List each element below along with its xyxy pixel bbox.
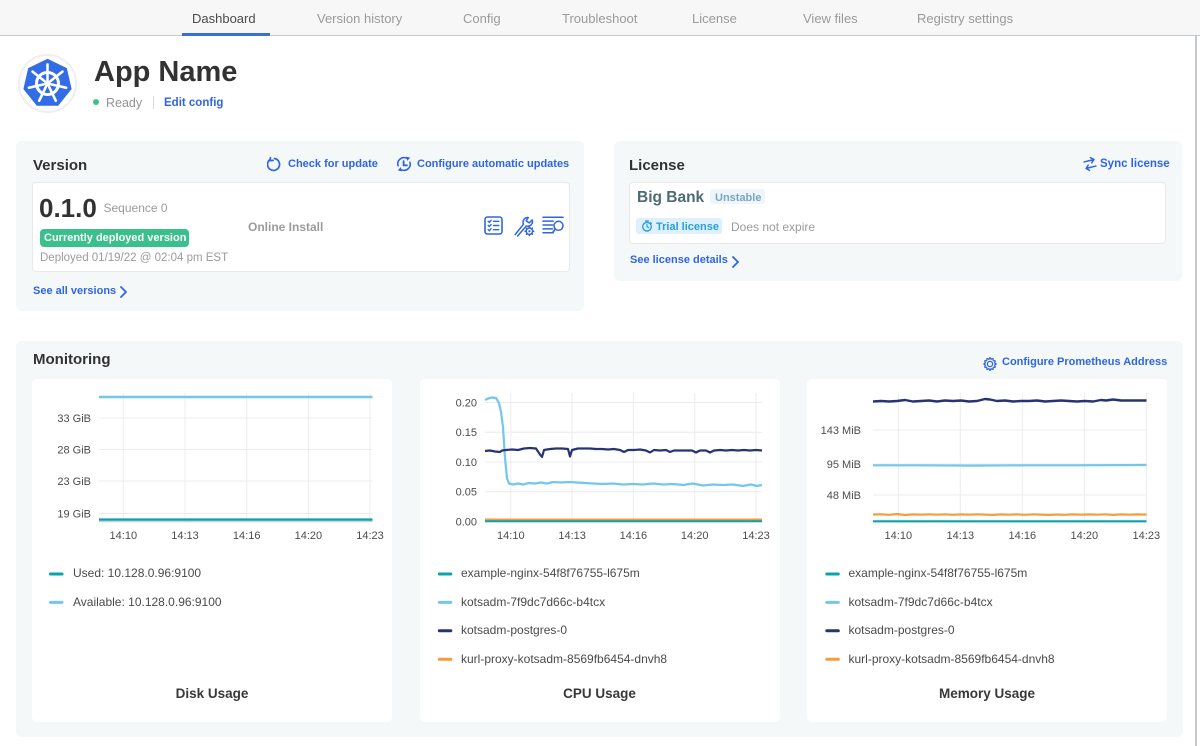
svg-text:19 GiB: 19 GiB xyxy=(57,508,91,520)
svg-text:14:23: 14:23 xyxy=(742,530,770,542)
svg-text:0.10: 0.10 xyxy=(456,457,477,469)
svg-text:14:10: 14:10 xyxy=(885,530,913,542)
svg-text:143 MiB: 143 MiB xyxy=(821,425,861,437)
svg-text:14:23: 14:23 xyxy=(356,530,384,542)
svg-text:48 MiB: 48 MiB xyxy=(827,490,861,502)
svg-text:0.20: 0.20 xyxy=(456,397,477,409)
svg-text:14:13: 14:13 xyxy=(947,530,975,542)
svg-text:14:10: 14:10 xyxy=(110,530,138,542)
svg-text:14:20: 14:20 xyxy=(295,530,323,542)
svg-text:0.00: 0.00 xyxy=(456,516,477,528)
svg-text:14:13: 14:13 xyxy=(171,530,199,542)
svg-text:33 GiB: 33 GiB xyxy=(57,413,91,425)
svg-text:14:23: 14:23 xyxy=(1133,530,1161,542)
svg-text:23 GiB: 23 GiB xyxy=(57,476,91,488)
svg-text:0.05: 0.05 xyxy=(456,487,477,499)
svg-text:14:13: 14:13 xyxy=(558,530,586,542)
svg-text:28 GiB: 28 GiB xyxy=(57,444,91,456)
svg-text:14:16: 14:16 xyxy=(620,530,648,542)
svg-text:0.15: 0.15 xyxy=(456,427,477,439)
svg-text:95 MiB: 95 MiB xyxy=(827,459,861,471)
svg-text:14:10: 14:10 xyxy=(497,530,525,542)
svg-text:14:20: 14:20 xyxy=(681,530,709,542)
svg-text:14:16: 14:16 xyxy=(1009,530,1037,542)
svg-text:14:20: 14:20 xyxy=(1071,530,1099,542)
svg-text:14:16: 14:16 xyxy=(233,530,261,542)
